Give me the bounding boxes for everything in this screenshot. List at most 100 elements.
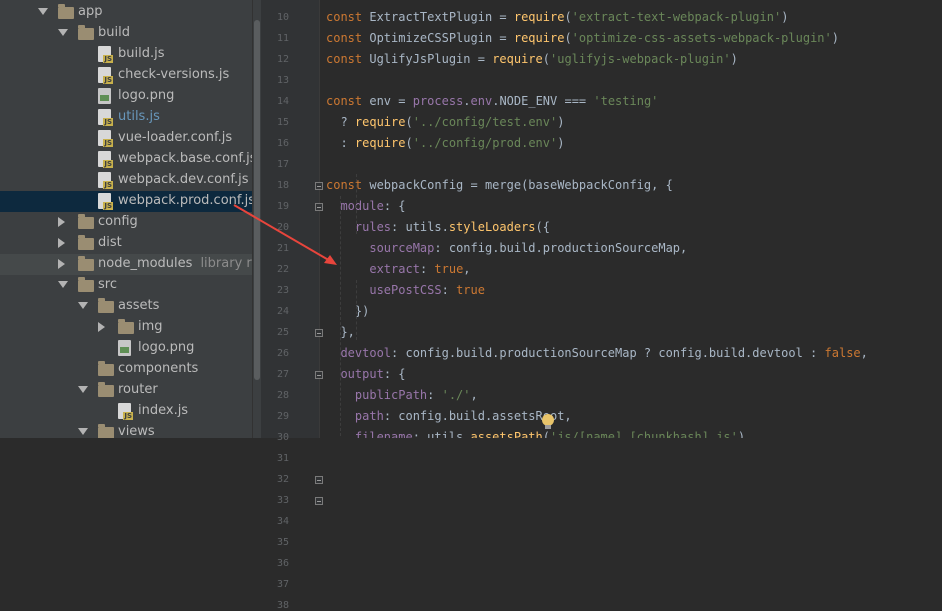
code-line[interactable]: }) [326, 301, 369, 322]
fold-toggle-icon[interactable] [315, 203, 323, 211]
code-token: : [326, 136, 355, 150]
code-line[interactable]: const env = process.env.NODE_ENV === 'te… [326, 91, 658, 112]
code-token: styleLoaders [448, 220, 536, 234]
tree-folder[interactable]: router [0, 380, 252, 401]
code-line[interactable]: sourceMap: config.build.productionSource… [326, 238, 687, 259]
code-token: const [326, 10, 370, 24]
tree-folder[interactable]: config [0, 212, 252, 233]
code-token: : config.build.productionSourceMap, [434, 241, 688, 255]
tree-item-label: utils.js [118, 109, 160, 124]
tree-scrollbar-thumb[interactable] [254, 20, 260, 380]
code-token: const [326, 178, 370, 192]
tree-folder[interactable]: assets [0, 296, 252, 317]
tree-file[interactable]: build.js [0, 44, 252, 65]
folder-icon [78, 277, 94, 292]
chevron-right-icon[interactable] [58, 217, 65, 227]
tree-item-label: assets [118, 298, 160, 313]
js-file-icon [118, 403, 133, 420]
chevron-right-icon[interactable] [98, 322, 105, 332]
tree-folder[interactable]: app [0, 2, 252, 23]
code-line[interactable]: publicPath: './', [326, 385, 478, 406]
line-number: 36 [276, 558, 289, 569]
tree-file[interactable]: utils.js [0, 107, 252, 128]
tree-file[interactable]: logo.png [0, 86, 252, 107]
folder-icon [118, 319, 134, 334]
chevron-right-icon[interactable] [58, 238, 65, 248]
folder-icon [58, 4, 74, 19]
tree-folder[interactable]: src [0, 275, 252, 296]
code-token: false [824, 346, 861, 360]
fold-toggle-icon[interactable] [315, 476, 323, 484]
tree-file[interactable]: vue-loader.conf.js [0, 128, 252, 149]
code-token: env = [369, 94, 413, 108]
tree-file[interactable]: check-versions.js [0, 65, 252, 86]
code-editor[interactable]: const ExtractTextPlugin = require('extra… [320, 0, 942, 438]
code-token: assetsPath [470, 430, 543, 438]
lightbulb-icon[interactable] [542, 414, 554, 429]
tree-file[interactable]: webpack.prod.conf.js [0, 191, 252, 212]
code-token: : config.build.productionSourceMap ? con… [391, 346, 825, 360]
tree-folder[interactable]: node_moduleslibrary root [0, 254, 252, 275]
code-line[interactable]: extract: true, [326, 259, 471, 280]
code-line[interactable]: usePostCSS: true [326, 280, 485, 301]
tree-file[interactable]: index.js [0, 401, 252, 422]
code-line[interactable]: filename: utils.assetsPath('js/[name].[c… [326, 427, 752, 438]
code-token: ) [557, 136, 565, 150]
code-token: : [419, 262, 435, 276]
code-line[interactable]: path: config.build.assetsRoot, [326, 406, 572, 427]
tree-folder[interactable]: components [0, 359, 252, 380]
tree-folder[interactable]: build [0, 23, 252, 44]
tree-folder[interactable]: views [0, 422, 252, 438]
chevron-down-icon[interactable] [58, 29, 68, 36]
code-line[interactable]: const OptimizeCSSPlugin = require('optim… [326, 28, 839, 49]
indent-guide [356, 174, 358, 234]
code-token: require [513, 10, 565, 24]
chevron-down-icon[interactable] [78, 302, 88, 309]
code-token: , [860, 346, 868, 360]
code-line[interactable]: ? require('../config/test.env') [326, 112, 564, 133]
fold-toggle-icon[interactable] [315, 329, 323, 337]
js-file-icon [98, 46, 113, 63]
code-line[interactable]: output: { [326, 364, 405, 385]
code-token: ExtractTextPlugin = [369, 10, 514, 24]
code-line[interactable]: module: { [326, 196, 406, 217]
line-number: 32 [276, 474, 289, 485]
line-number: 35 [276, 537, 289, 548]
fold-toggle-icon[interactable] [315, 497, 323, 505]
line-number: 14 [276, 96, 289, 107]
code-token: : { [383, 199, 406, 213]
tree-item-label: index.js [138, 403, 189, 418]
tree-folder[interactable]: dist [0, 233, 252, 254]
code-line[interactable]: devtool: config.build.productionSourceMa… [326, 343, 868, 364]
js-file-icon [98, 130, 113, 147]
chevron-down-icon[interactable] [78, 386, 88, 393]
tree-item-label: node_moduleslibrary root [98, 256, 252, 271]
code-line[interactable]: rules: utils.styleLoaders({ [326, 217, 550, 238]
line-number: 19 [276, 201, 289, 212]
tree-folder[interactable]: img [0, 317, 252, 338]
chevron-right-icon[interactable] [58, 259, 65, 269]
line-number: 24 [276, 306, 289, 317]
chevron-down-icon[interactable] [78, 428, 88, 435]
code-line[interactable]: const UglifyJsPlugin = require('uglifyjs… [326, 49, 738, 70]
tree-item-label: logo.png [138, 340, 195, 355]
tree-file[interactable]: webpack.dev.conf.js [0, 170, 252, 191]
code-line[interactable]: : require('../config/prod.env') [326, 133, 564, 154]
code-line[interactable]: const ExtractTextPlugin = require('extra… [326, 7, 788, 28]
code-line[interactable]: const webpackConfig = merge(baseWebpackC… [326, 175, 673, 196]
fold-toggle-icon[interactable] [315, 371, 323, 379]
chevron-down-icon[interactable] [38, 8, 48, 15]
tree-file[interactable]: webpack.base.conf.js [0, 149, 252, 170]
chevron-down-icon[interactable] [58, 281, 68, 288]
code-token: OptimizeCSSPlugin = [369, 31, 514, 45]
code-token: '../config/test.env' [412, 115, 558, 129]
tree-file[interactable]: logo.png [0, 338, 252, 359]
code-token: , [463, 262, 471, 276]
tree-scrollbar[interactable] [252, 0, 261, 438]
line-number: 23 [276, 285, 289, 296]
line-number: 25 [276, 327, 289, 338]
fold-toggle-icon[interactable] [315, 182, 323, 190]
